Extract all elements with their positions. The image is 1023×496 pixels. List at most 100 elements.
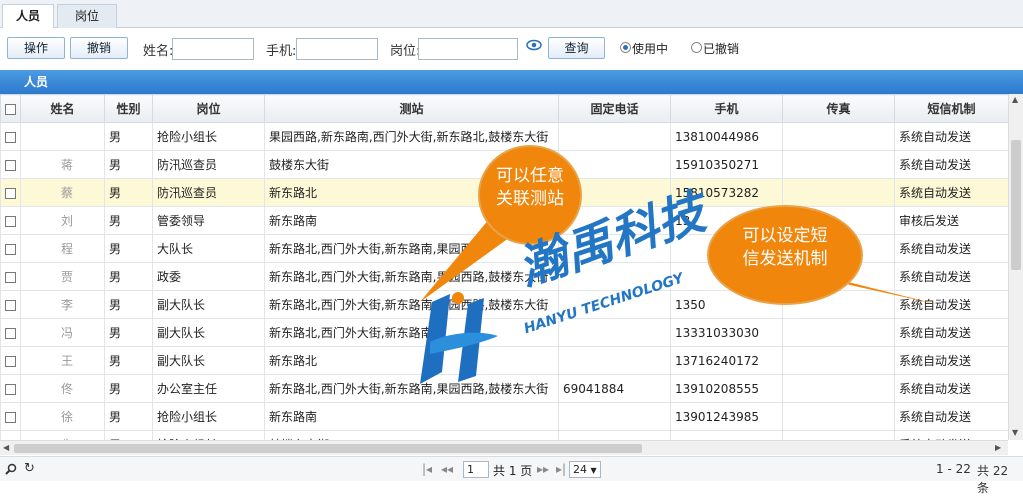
cell-fax xyxy=(782,122,895,151)
col-mobile[interactable]: 手机 xyxy=(670,94,783,123)
search-icon[interactable] xyxy=(5,463,17,475)
page-size-select[interactable]: 24 ▼ xyxy=(569,461,601,478)
pager: ↻ |◂ ◂◂ 1 共 1 页 ▸▸ ▸| 24 ▼ 1 - 22 共 22 条 xyxy=(0,456,1023,495)
next-page-icon[interactable]: ▸▸ xyxy=(537,462,549,476)
row-checkbox[interactable] xyxy=(0,122,21,151)
scroll-left-icon[interactable]: ◀ xyxy=(3,443,9,452)
prev-page-icon[interactable]: ◂◂ xyxy=(441,462,453,476)
callout-left-text: 可以任意关联测站 xyxy=(496,166,564,209)
tab-posts[interactable]: 岗位 xyxy=(57,4,117,28)
cell-fax xyxy=(782,318,895,347)
name-input[interactable] xyxy=(172,38,254,60)
col-station[interactable]: 测站 xyxy=(264,94,559,123)
eye-icon[interactable] xyxy=(526,39,542,51)
cell-name: 冯 xyxy=(20,318,105,347)
col-sms[interactable]: 短信机制 xyxy=(894,94,1008,123)
cell-sms: 系统自动发送 xyxy=(894,318,1008,347)
radio-in-use[interactable] xyxy=(620,42,631,53)
operate-button[interactable]: 操作 xyxy=(7,37,65,59)
vertical-scrollbar[interactable]: ▲ ▼ xyxy=(1008,94,1023,440)
revoke-button[interactable]: 撤销 xyxy=(70,37,128,59)
col-name[interactable]: 姓名 xyxy=(20,94,105,123)
cell-name: 王 xyxy=(20,346,105,375)
page-total: 共 1 页 xyxy=(493,464,533,478)
cell-name: 李 xyxy=(20,290,105,319)
scroll-down-icon[interactable]: ▼ xyxy=(1012,428,1018,437)
cell-sms: 系统自动发送 xyxy=(894,234,1008,263)
cell-fax xyxy=(782,346,895,375)
post-label: 岗位: xyxy=(390,44,421,59)
row-checkbox[interactable] xyxy=(0,318,21,347)
cell-mobile: 13810044986 xyxy=(670,122,783,151)
tab-bar: 人员 岗位 xyxy=(0,0,1023,29)
cell-sms: 审核后发送 xyxy=(894,206,1008,235)
col-gender[interactable]: 性别 xyxy=(104,94,153,123)
cell-post: 大队长 xyxy=(152,234,265,263)
radio-revoked[interactable] xyxy=(691,42,702,53)
cell-post: 防汛巡查员 xyxy=(152,178,265,207)
row-checkbox[interactable] xyxy=(0,346,21,375)
select-all-checkbox[interactable] xyxy=(0,94,21,123)
page-number-input[interactable]: 1 xyxy=(463,461,489,478)
row-checkbox[interactable] xyxy=(0,402,21,431)
cell-sms: 系统自动发送 xyxy=(894,374,1008,403)
table-row[interactable]: 朱男抢险小组长鼓楼东大街 13311553735 系统自动发送 xyxy=(0,430,1008,440)
cell-gender: 男 xyxy=(104,234,153,263)
row-checkbox[interactable] xyxy=(0,234,21,263)
col-tel[interactable]: 固定电话 xyxy=(558,94,671,123)
table-row[interactable]: 佟男办公室主任 新东路北,西门外大街,新东路南,果园西路,鼓楼东大街 6904188… xyxy=(0,374,1008,403)
post-input[interactable] xyxy=(418,38,518,60)
last-page-icon[interactable]: ▸| xyxy=(556,462,566,476)
cell-sms: 系统自动发送 xyxy=(894,178,1008,207)
table-row[interactable]: 徐男抢险小组长 新东路南 13901243985 系统自动发送 xyxy=(0,402,1008,431)
cell-name: 徐 xyxy=(20,402,105,431)
col-fax[interactable]: 传真 xyxy=(782,94,895,123)
scroll-right-icon[interactable]: ▶ xyxy=(995,443,1001,452)
cell-fax xyxy=(782,430,895,440)
table-row[interactable]: 冯男副大队长 新东路北,西门外大街,新东路南, 13331033030 系统自动发送 xyxy=(0,318,1008,347)
row-checkbox[interactable] xyxy=(0,374,21,403)
scroll-up-icon[interactable]: ▲ xyxy=(1012,95,1018,104)
vertical-scroll-thumb[interactable] xyxy=(1011,140,1021,270)
cell-gender: 男 xyxy=(104,430,153,440)
first-page-icon[interactable]: |◂ xyxy=(422,462,432,476)
cell-sms: 系统自动发送 xyxy=(894,402,1008,431)
radio-revoked-label: 已撤销 xyxy=(703,42,740,56)
tab-personnel[interactable]: 人员 xyxy=(2,4,54,29)
cell-tel: 69041884 xyxy=(558,374,671,403)
cell-sms: 系统自动发送 xyxy=(894,290,1008,319)
refresh-icon[interactable]: ↻ xyxy=(24,461,35,476)
cell-post: 防汛巡查员 xyxy=(152,150,265,179)
cell-name: 刘 xyxy=(20,206,105,235)
phone-label: 手机: xyxy=(266,44,297,59)
row-checkbox[interactable] xyxy=(0,290,21,319)
cell-gender: 男 xyxy=(104,290,153,319)
cell-gender: 男 xyxy=(104,374,153,403)
cell-post: 副大队长 xyxy=(152,318,265,347)
cell-gender: 男 xyxy=(104,122,153,151)
table-row[interactable]: 王男副大队长 新东路北 13716240172 系统自动发送 xyxy=(0,346,1008,375)
cell-tel xyxy=(558,122,671,151)
record-range: 1 - 22 xyxy=(936,462,971,476)
cell-mobile: 13331033030 xyxy=(670,318,783,347)
record-total: 共 22 条 xyxy=(977,464,1009,495)
row-checkbox[interactable] xyxy=(0,430,21,440)
horizontal-scroll-thumb[interactable] xyxy=(14,444,642,453)
row-checkbox[interactable] xyxy=(0,178,21,207)
header-row: 姓名 性别 岗位 测站 固定电话 手机 传真 短信机制 xyxy=(0,94,1008,123)
table-row[interactable]: 李男副大队长 新东路北,西门外大街,新东路南,果园西路,鼓楼东大街 1350 系统自动… xyxy=(0,290,1008,319)
row-checkbox[interactable] xyxy=(0,206,21,235)
col-post[interactable]: 岗位 xyxy=(152,94,265,123)
row-checkbox[interactable] xyxy=(0,150,21,179)
cell-post: 抢险小组长 xyxy=(152,430,265,440)
cell-sms: 系统自动发送 xyxy=(894,262,1008,291)
table-row[interactable]: 男抢险小组长 果园西路,新东路南,西门外大街,新东路北,鼓楼东大街 13810044… xyxy=(0,122,1008,151)
query-button[interactable]: 查询 xyxy=(548,37,605,59)
cell-post: 副大队长 xyxy=(152,290,265,319)
phone-input[interactable] xyxy=(296,38,378,60)
cell-station: 新东路北,西门外大街,新东路南,果园西路,鼓楼东大街 xyxy=(264,262,559,291)
name-label: 姓名: xyxy=(143,44,174,59)
horizontal-scrollbar[interactable]: ◀ ▶ xyxy=(0,440,1008,455)
cell-post: 抢险小组长 xyxy=(152,402,265,431)
row-checkbox[interactable] xyxy=(0,262,21,291)
